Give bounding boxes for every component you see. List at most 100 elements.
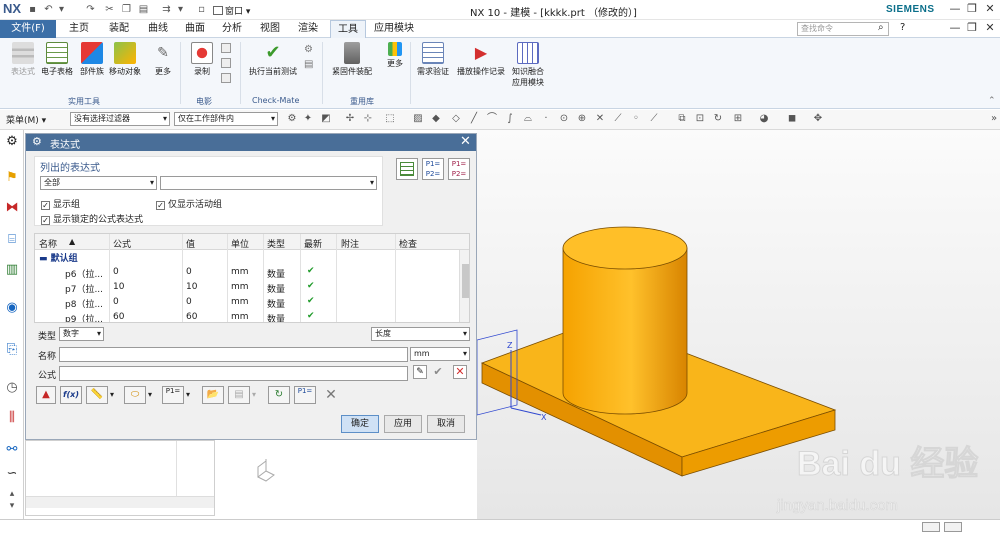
group-row[interactable]: ▬ 默认组 — [39, 251, 78, 264]
checkbox-checked[interactable]: ✓ — [156, 201, 165, 210]
face-icon[interactable]: ◇ — [450, 113, 462, 125]
dialog-titlebar[interactable]: ⚙ 表达式 ✕ — [26, 134, 476, 151]
arc-icon[interactable]: ⌓ — [522, 113, 534, 125]
render-style-icon[interactable]: ◕ — [758, 113, 770, 125]
move-object-button[interactable]: 移动对象 — [108, 42, 142, 77]
doc-close-icon[interactable]: ✕ — [983, 21, 997, 35]
selection-scope-select[interactable]: 仅在工作部件内 — [174, 112, 278, 126]
minimize-icon[interactable]: — — [948, 2, 962, 16]
column-header[interactable]: 类型 — [267, 237, 285, 250]
history-icon[interactable]: ◷ — [4, 380, 20, 396]
collapse-up-icon[interactable]: ▲ — [36, 386, 56, 404]
edge-icon[interactable]: ∫ — [504, 113, 516, 125]
tab-view[interactable]: 视图 — [253, 20, 287, 38]
import-expressions-icon[interactable]: P1= P2= — [422, 158, 444, 180]
repeat-command-icon[interactable]: ⇉ — [160, 3, 173, 16]
undo-icon[interactable]: ↶ — [42, 3, 55, 16]
selection-filter-select[interactable]: 没有选择过滤器 — [70, 112, 170, 126]
copy-icon[interactable]: ❐ — [120, 3, 133, 16]
fit-view-icon[interactable]: ⧉ — [676, 113, 688, 125]
open-folder-icon[interactable]: 📂 — [202, 386, 224, 404]
deselect-icon[interactable]: ✦ — [302, 113, 314, 125]
tab-surface[interactable]: 曲面 — [178, 20, 212, 38]
row-formula[interactable]: 10 — [113, 282, 124, 292]
web-browser-icon[interactable]: ◉ — [4, 300, 20, 316]
part-family-button[interactable]: 部件族 — [76, 42, 108, 77]
intersection-icon[interactable]: ✕ — [594, 113, 606, 125]
dialog-close-icon[interactable]: ✕ — [460, 134, 471, 149]
rotate-icon[interactable]: ↻ — [712, 113, 724, 125]
constraint-navigator-icon[interactable]: ⧓ — [4, 200, 20, 216]
column-header[interactable]: 最新 — [304, 237, 322, 250]
reject-edit-icon[interactable]: ✕ — [453, 365, 467, 379]
column-header[interactable]: 公式 — [113, 237, 131, 250]
command-search-input[interactable]: 查找命令 — [797, 22, 889, 36]
edit-formula-icon[interactable]: ✎ — [413, 365, 427, 379]
column-header[interactable]: 附注 — [341, 237, 359, 250]
column-header[interactable]: 检查 — [399, 237, 417, 250]
checkbox-checked[interactable]: ✓ — [41, 216, 50, 225]
apply-button[interactable]: 应用 — [384, 415, 422, 433]
cut-icon[interactable]: ✂ — [103, 3, 116, 16]
show-locked-checkbox[interactable]: ✓ 显示锁定的公式表达式 — [41, 212, 143, 225]
view-options-icon[interactable]: ✥ — [812, 113, 824, 125]
record-button[interactable]: 录制 — [190, 42, 214, 77]
tab-home[interactable]: 主页 — [61, 20, 97, 38]
zoom-icon[interactable]: ⊡ — [694, 113, 706, 125]
spreadsheet-dropdown-icon[interactable]: ▾ — [252, 390, 256, 399]
circle-center-icon[interactable]: ⊙ — [558, 113, 570, 125]
hd3d-icon[interactable]: ⎘ — [4, 342, 20, 358]
rename-expression-icon[interactable]: P1= — [294, 386, 316, 404]
reuse-library-nav-icon[interactable]: ▥ — [4, 262, 20, 278]
dialog-gear-icon[interactable]: ⚙ — [32, 135, 42, 148]
spreadsheet-button[interactable]: 电子表格 — [40, 42, 74, 77]
row-formula[interactable]: 0 — [113, 297, 119, 307]
show-groups-checkbox[interactable]: ✓ 显示组 — [41, 197, 80, 210]
dimension-select[interactable]: 长度 — [371, 327, 470, 341]
repeat-dropdown-icon[interactable]: ▾ — [174, 3, 187, 16]
status-fullscreen-icon[interactable] — [922, 522, 940, 532]
roles-icon[interactable]: ⚯ — [4, 442, 20, 458]
movie-play-icon[interactable] — [221, 43, 231, 53]
interpart-dropdown-icon[interactable]: ▾ — [186, 390, 190, 399]
list-filter-select-2[interactable] — [160, 176, 377, 190]
toolbar-overflow-icon[interactable]: » — [988, 113, 1000, 125]
tab-tools[interactable]: 工具 — [330, 20, 366, 38]
part-navigator-icon[interactable]: ⌸ — [4, 232, 20, 248]
name-input[interactable] — [59, 347, 408, 362]
run-test-button[interactable]: ✔ 执行当前测试 — [246, 42, 300, 77]
checkmate-option-icon[interactable]: ⚙ — [304, 44, 313, 55]
reference-dropdown-icon[interactable]: ▾ — [148, 390, 152, 399]
function-button[interactable]: f(x) — [60, 386, 82, 404]
paste-icon[interactable]: ▤ — [137, 3, 150, 16]
settings-gear-icon[interactable]: ⚙ — [4, 134, 20, 150]
measure-icon[interactable]: 📏 — [86, 386, 108, 404]
assembly-navigator-icon[interactable]: ⚑ — [4, 170, 20, 186]
solid-body-icon[interactable]: ◆ — [430, 113, 442, 125]
checkmate-log-icon[interactable]: ▤ — [304, 59, 313, 70]
delete-icon[interactable]: ✕ — [322, 386, 340, 404]
search-icon[interactable]: ⌕ — [878, 22, 884, 33]
quadrant-icon[interactable]: ⊕ — [576, 113, 588, 125]
export-expressions-icon[interactable]: P1= P2= — [448, 158, 470, 180]
movie-stop-icon[interactable] — [221, 58, 231, 68]
doc-minimize-icon[interactable]: — — [948, 21, 962, 35]
close-icon[interactable]: ✕ — [983, 2, 997, 16]
curve-icon[interactable]: ⌒ — [486, 113, 498, 125]
ok-button[interactable]: 确定 — [341, 415, 379, 433]
undo-dropdown-icon[interactable]: ▾ — [55, 3, 68, 16]
column-header[interactable]: 单位 — [231, 237, 249, 250]
snap-icon[interactable]: ✢ — [344, 113, 356, 125]
menu-button[interactable]: 菜单(M) ▾ — [6, 113, 46, 126]
collapse-icon[interactable]: ▬ — [39, 254, 48, 264]
shaded-cube-icon[interactable]: ◼ — [786, 113, 798, 125]
save-icon[interactable]: ▪ — [26, 3, 39, 16]
column-header[interactable]: 名称 — [39, 237, 57, 250]
line-icon[interactable]: ╱ — [468, 113, 480, 125]
select-feature-icon[interactable]: ⚙ — [286, 113, 298, 125]
row-formula[interactable]: 60 — [113, 312, 124, 322]
requirement-validation-button[interactable]: 需求验证 — [414, 42, 452, 77]
ribbon-collapse-icon[interactable]: ⌃ — [988, 96, 996, 106]
create-interpart-icon[interactable]: P1= — [162, 386, 184, 404]
row-name[interactable]: p8（拉... — [65, 297, 103, 310]
